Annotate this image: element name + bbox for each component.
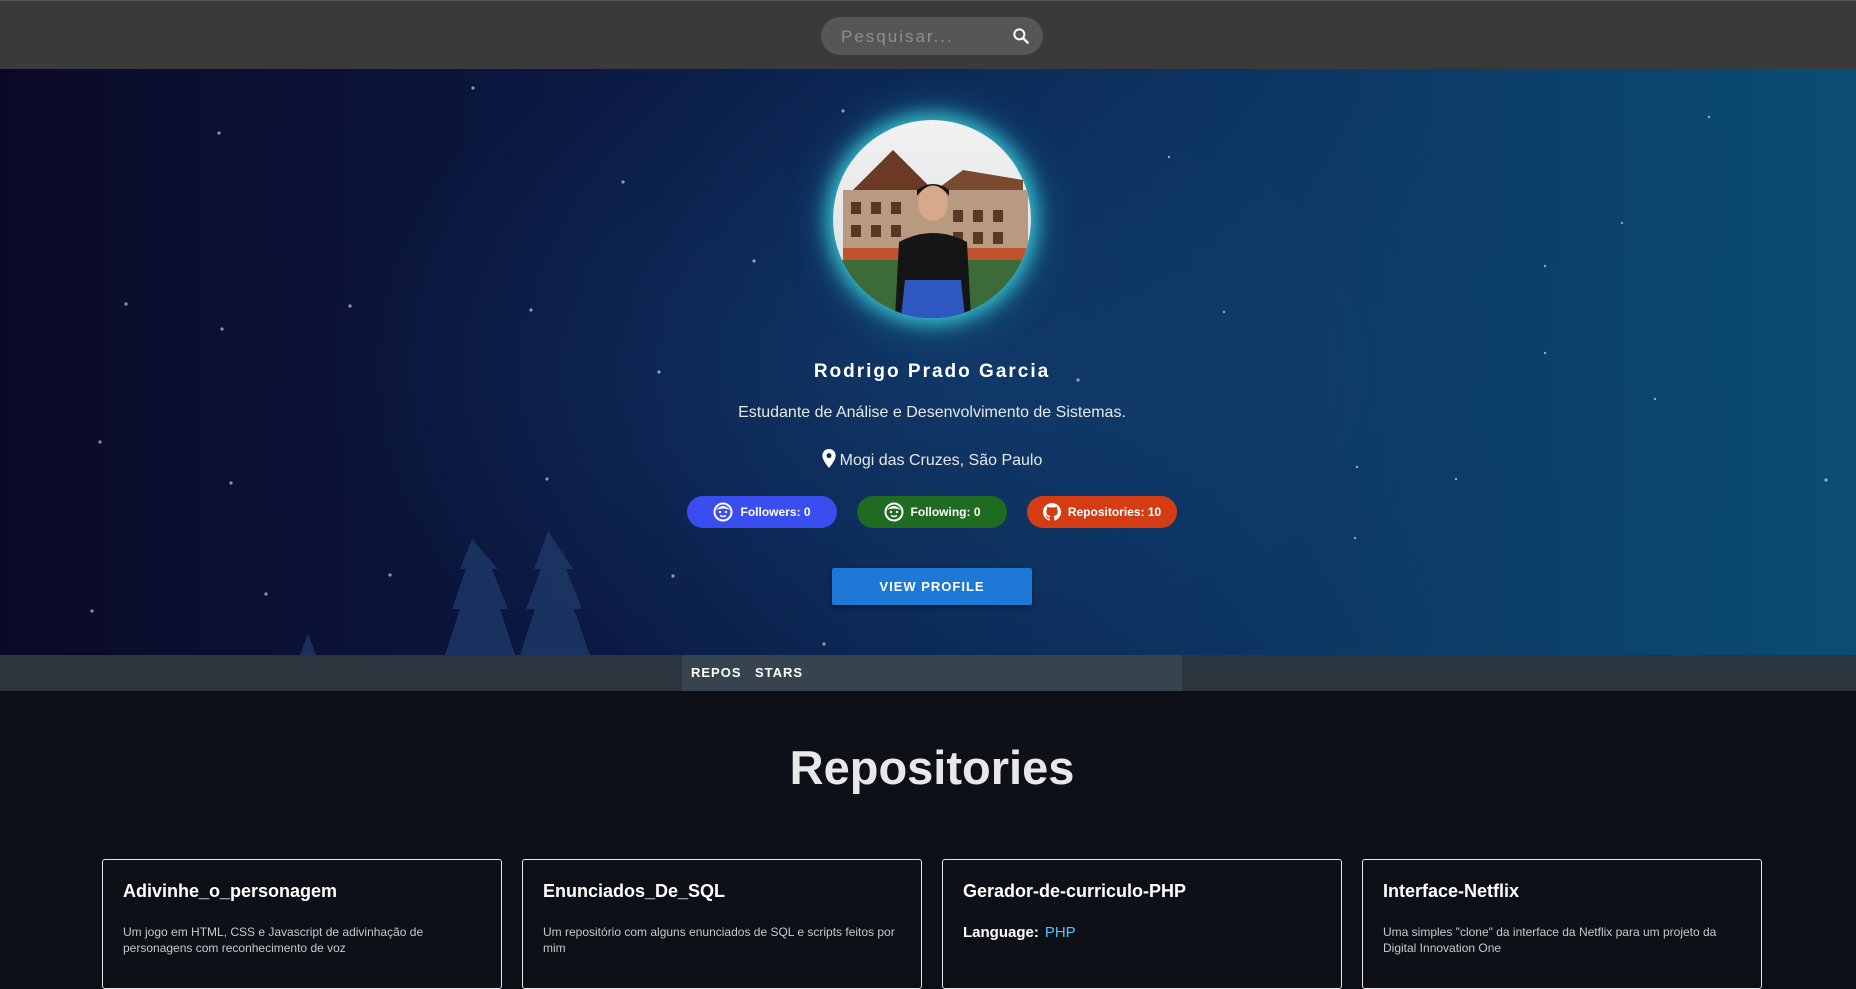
repo-name[interactable]: Adivinhe_o_personagem: [123, 881, 337, 902]
followers-badge[interactable]: Followers: 0: [687, 496, 837, 528]
repositories-badge[interactable]: Repositories: 10: [1027, 496, 1177, 528]
repo-language-value: PHP: [1044, 924, 1076, 941]
repo-card[interactable]: Gerador-de-curriculo-PHP Language: PHP: [942, 859, 1342, 989]
avatar: [833, 120, 1031, 318]
tab-repos[interactable]: REPOS: [691, 655, 742, 691]
following-count: Following: 0: [910, 505, 981, 519]
repo-card[interactable]: Enunciados_De_SQL Um repositório com alg…: [522, 859, 922, 989]
followers-count: Followers: 0: [740, 505, 811, 519]
user-face-icon: [713, 502, 733, 522]
tab-bar: REPOS STARS: [0, 655, 1856, 691]
repo-card[interactable]: Adivinhe_o_personagem Um jogo em HTML, C…: [102, 859, 502, 989]
repo-name[interactable]: Gerador-de-curriculo-PHP: [963, 881, 1186, 902]
profile-bio: Estudante de Análise e Desenvolvimento d…: [738, 404, 1126, 421]
tab-bar-inner: REPOS STARS: [682, 655, 1182, 691]
github-icon: [1042, 503, 1061, 521]
repo-name[interactable]: Interface-Netflix: [1383, 881, 1519, 902]
location-text: Mogi das Cruzes, São Paulo: [839, 452, 1043, 469]
repo-language: Language: PHP: [963, 924, 1076, 941]
repo-description: Um repositório com alguns enunciados de …: [543, 925, 895, 955]
location-pin-icon: [821, 449, 836, 468]
following-badge[interactable]: Following: 0: [857, 496, 1007, 528]
user-face-icon: [884, 502, 903, 522]
repo-name[interactable]: Enunciados_De_SQL: [543, 881, 725, 902]
repositories-count: Repositories: 10: [1067, 505, 1162, 519]
search-input[interactable]: [839, 17, 1003, 57]
profile-hero: Rodrigo Prado Garcia Estudante de Anális…: [0, 69, 1856, 655]
view-profile-button[interactable]: VIEW PROFILE: [832, 568, 1032, 605]
top-bar: [0, 0, 1856, 69]
repo-description: Uma simples "clone" da interface da Netf…: [1383, 925, 1717, 955]
search-icon[interactable]: [1011, 26, 1031, 46]
repositories-title: Repositories: [789, 741, 1075, 794]
repo-card[interactable]: Interface-Netflix Uma simples "clone" da…: [1362, 859, 1762, 989]
repo-language-label: Language:: [963, 924, 1039, 941]
profile-location: Mogi das Cruzes, São Paulo: [0, 449, 1856, 470]
repo-description: Um jogo em HTML, CSS e Javascript de adi…: [123, 925, 424, 955]
avatar-photo: [833, 120, 1031, 318]
search-box[interactable]: [821, 17, 1043, 57]
profile-name: Rodrigo Prado Garcia: [813, 361, 1051, 382]
tab-stars[interactable]: STARS: [755, 655, 803, 691]
